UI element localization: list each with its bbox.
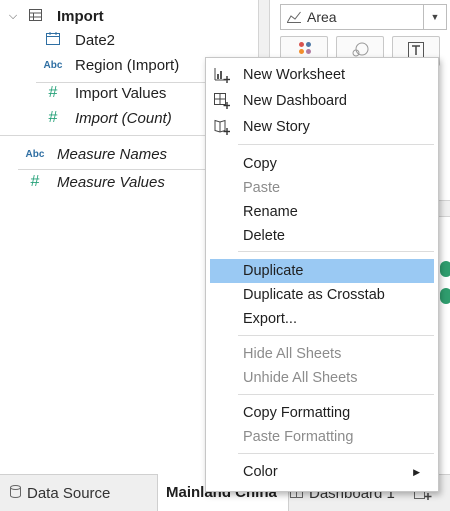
menu-item-label: Duplicate as Crosstab [243,287,385,303]
menu-item-duplicate[interactable]: Duplicate [210,259,434,283]
table-name: Import [57,7,104,25]
table-icon [25,8,45,24]
database-icon [10,485,21,501]
field-label: Region (Import) [75,56,180,74]
menu-separator [238,251,434,252]
menu-item-label: Delete [243,228,285,244]
menu-item-label: Export... [243,311,297,327]
menu-separator [238,453,434,454]
table-row-import[interactable]: ⌵ Import [0,4,250,28]
menu-item-new-story[interactable]: New Story [210,115,434,139]
menu-item-label: Copy Formatting [243,405,351,421]
tab-label: Data Source [27,484,111,502]
sheet-context-menu: New Worksheet New Dashboard New Story Co… [205,57,439,492]
mark-type-label: Area [307,9,337,25]
hash-measure-icon: # [30,173,40,190]
menu-item-delete[interactable]: Delete [210,224,434,248]
menu-item-hide-all-sheets: Hide All Sheets [210,342,434,366]
measure-pill[interactable] [440,261,450,277]
menu-item-label: Paste Formatting [243,429,354,445]
tab-data-source[interactable]: Data Source [10,475,110,511]
field-label: Measure Names [57,145,168,163]
menu-item-label: Rename [243,204,298,220]
calendar-icon [43,32,63,48]
menu-item-paste: Paste [210,176,434,200]
menu-item-duplicate-as-crosstab[interactable]: Duplicate as Crosstab [210,283,434,307]
new-dashboard-icon [214,93,230,109]
area-chart-icon [287,11,301,23]
color-dots-icon [299,42,313,56]
new-worksheet-icon [214,68,230,83]
field-date2[interactable]: Date2 [0,28,250,52]
dropdown-arrow-icon[interactable]: ▼ [423,5,446,29]
menu-item-label: Paste [243,180,281,196]
mark-type-select[interactable]: Area ▼ [280,4,447,30]
menu-item-unhide-all-sheets: Unhide All Sheets [210,366,434,390]
menu-item-label: Color [243,464,278,480]
menu-item-color[interactable]: Color ▶ [210,460,434,484]
submenu-arrow-icon: ▶ [413,466,420,477]
chevron-down-icon[interactable]: ⌵ [3,10,23,23]
menu-item-export[interactable]: Export... [210,307,434,331]
field-label: Measure Values [57,173,165,191]
abc-string-icon: Abc [25,148,45,160]
menu-item-label: Unhide All Sheets [243,370,358,386]
hash-measure-icon: # [48,84,58,101]
menu-item-rename[interactable]: Rename [210,200,434,224]
menu-item-label: Duplicate [243,263,304,279]
field-label: Import (Count) [75,109,172,127]
menu-item-label: New Story [243,119,310,135]
menu-item-label: Hide All Sheets [243,346,342,362]
menu-item-paste-formatting: Paste Formatting [210,425,434,449]
menu-separator [238,144,434,145]
field-label: Import Values [75,84,167,102]
menu-item-new-worksheet[interactable]: New Worksheet [210,63,434,87]
new-story-icon [214,119,230,135]
menu-item-copy[interactable]: Copy [210,152,434,176]
menu-item-label: New Dashboard [243,93,347,109]
field-label: Date2 [75,31,116,49]
measure-pill[interactable] [440,288,450,304]
menu-item-label: Copy [243,156,277,172]
menu-item-new-dashboard[interactable]: New Dashboard [210,89,434,113]
menu-item-copy-formatting[interactable]: Copy Formatting [210,401,434,425]
menu-separator [238,335,434,336]
menu-separator [238,394,434,395]
abc-string-icon: Abc [43,59,63,71]
hash-measure-icon: # [48,109,58,126]
menu-item-label: New Worksheet [243,67,346,83]
